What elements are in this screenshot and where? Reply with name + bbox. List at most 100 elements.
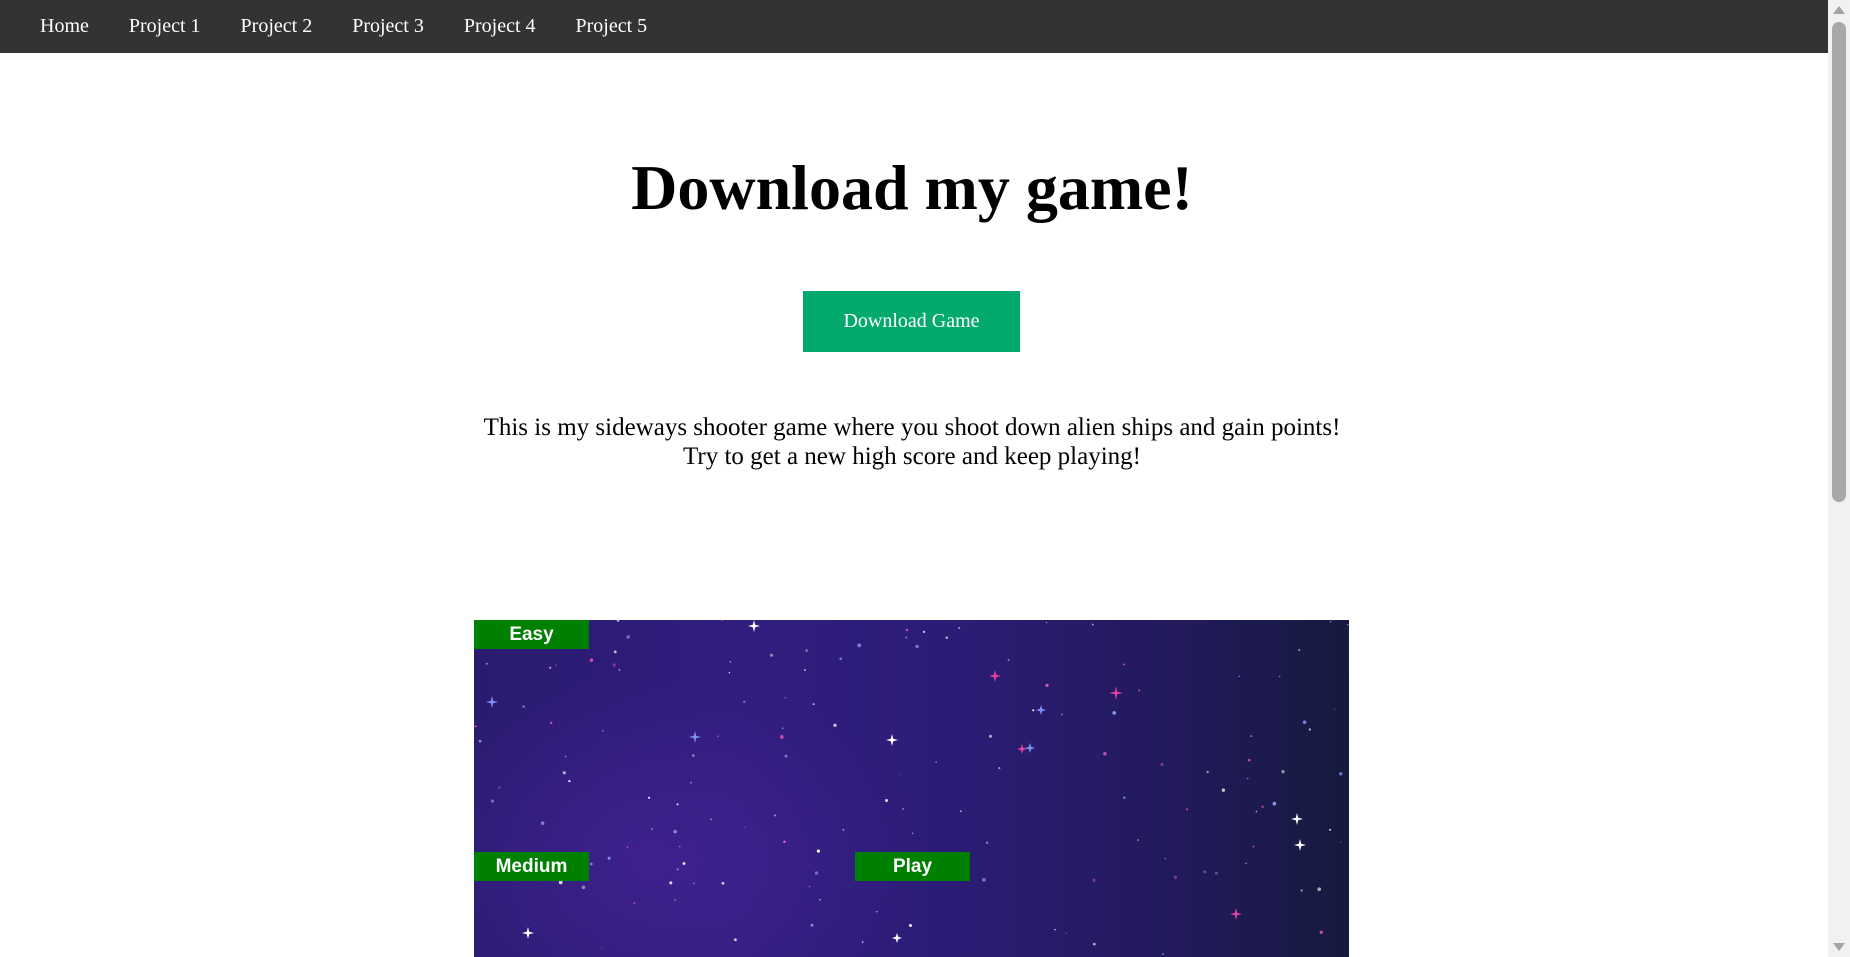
dot-star	[734, 938, 737, 942]
dot-star	[876, 910, 878, 913]
dot-star	[613, 650, 617, 654]
dot-star	[1092, 942, 1096, 946]
dot-star	[717, 735, 719, 738]
dot-star	[1061, 713, 1063, 716]
dot-star	[1246, 777, 1249, 780]
dot-star	[1173, 875, 1178, 879]
dot-star	[985, 841, 989, 844]
dot-star	[774, 814, 777, 817]
dot-star	[812, 703, 815, 706]
dot-star	[958, 627, 961, 630]
dot-star	[1238, 675, 1240, 677]
dot-star	[770, 653, 773, 657]
dot-star	[1319, 930, 1324, 935]
dot-star	[721, 881, 725, 885]
dot-star	[682, 862, 686, 865]
dot-star	[779, 735, 784, 739]
dot-star	[744, 826, 746, 829]
dot-star	[1045, 683, 1049, 688]
dot-star	[616, 620, 620, 622]
dot-star	[1300, 889, 1303, 892]
starfield-background	[474, 620, 1349, 955]
sparkle-star	[1291, 813, 1303, 825]
scroll-down-arrow-icon[interactable]	[1833, 943, 1845, 951]
dot-star	[1032, 709, 1035, 712]
dot-star	[1298, 649, 1301, 652]
dot-star	[1245, 862, 1247, 864]
dot-star	[781, 727, 784, 730]
dot-star	[911, 832, 914, 834]
dot-star	[1092, 878, 1096, 882]
dot-star	[669, 881, 673, 885]
dot-star	[690, 782, 692, 784]
dot-star	[905, 636, 908, 639]
sparkle-star	[989, 670, 1001, 682]
dot-star	[902, 808, 904, 810]
play-button[interactable]: Play	[855, 852, 970, 881]
sparkle-star	[886, 734, 898, 746]
dot-star	[945, 636, 948, 639]
dot-star	[1164, 857, 1167, 860]
dot-star	[922, 630, 926, 634]
description-line-1: This is my sideways shooter game where y…	[483, 414, 1341, 441]
nav-project-3-link[interactable]: Project 3	[332, 0, 444, 53]
nav-project-4-link[interactable]: Project 4	[444, 0, 556, 53]
dot-star	[1347, 624, 1349, 626]
dot-star	[915, 644, 919, 649]
page-scrollbar[interactable]	[1828, 0, 1850, 957]
dot-star	[805, 649, 808, 652]
dot-star	[589, 658, 594, 662]
nav-home-link[interactable]: Home	[20, 0, 109, 53]
dot-star	[618, 669, 621, 671]
dot-star	[721, 620, 724, 622]
nav-project-1-link[interactable]: Project 1	[109, 0, 221, 53]
dot-star	[783, 840, 786, 844]
dot-star	[1302, 720, 1307, 725]
nav-project-2-link[interactable]: Project 2	[221, 0, 333, 53]
dot-star	[819, 898, 821, 901]
download-game-button[interactable]: Download Game	[803, 291, 1020, 352]
game-preview-canvas[interactable]: Easy Medium Play	[474, 620, 1349, 957]
dot-star	[1045, 621, 1048, 624]
sparkle-star	[689, 731, 701, 743]
nav-project-5-link[interactable]: Project 5	[556, 0, 668, 53]
dot-star	[549, 666, 552, 669]
dot-star	[1329, 620, 1332, 623]
dot-star	[562, 771, 566, 775]
dot-star	[581, 885, 586, 890]
dot-star	[842, 828, 845, 831]
dot-star	[905, 628, 909, 632]
dot-star	[1255, 810, 1258, 813]
dot-star	[1138, 689, 1141, 692]
easy-button[interactable]: Easy	[474, 620, 589, 649]
dot-star	[550, 721, 553, 725]
scroll-up-arrow-icon[interactable]	[1833, 6, 1845, 14]
page-title: Download my game!	[631, 152, 1193, 223]
top-navbar: Home Project 1 Project 2 Project 3 Proje…	[0, 0, 1828, 53]
dot-star	[600, 946, 603, 949]
dot-star	[814, 871, 819, 875]
dot-star	[692, 754, 695, 757]
dot-star	[490, 799, 495, 803]
sparkle-star	[892, 933, 902, 943]
dot-star	[474, 725, 477, 728]
dot-star	[833, 723, 837, 727]
dot-star	[1123, 796, 1126, 799]
dot-star	[1162, 953, 1164, 955]
dot-star	[555, 664, 557, 666]
dot-star	[1203, 870, 1207, 874]
medium-button[interactable]: Medium	[474, 852, 589, 881]
dot-star	[1091, 623, 1094, 626]
dot-star	[808, 885, 811, 888]
dot-star	[909, 924, 912, 927]
dot-star	[982, 877, 986, 882]
description-line-2: Try to get a new high score and keep pla…	[683, 443, 1141, 470]
scroll-thumb[interactable]	[1832, 22, 1846, 502]
dot-star	[676, 803, 679, 806]
dot-star	[1252, 845, 1255, 848]
dot-star	[1334, 708, 1336, 710]
dot-star	[1308, 728, 1311, 731]
dot-star	[1339, 841, 1342, 843]
dot-star	[589, 862, 593, 866]
dot-star	[626, 846, 629, 849]
